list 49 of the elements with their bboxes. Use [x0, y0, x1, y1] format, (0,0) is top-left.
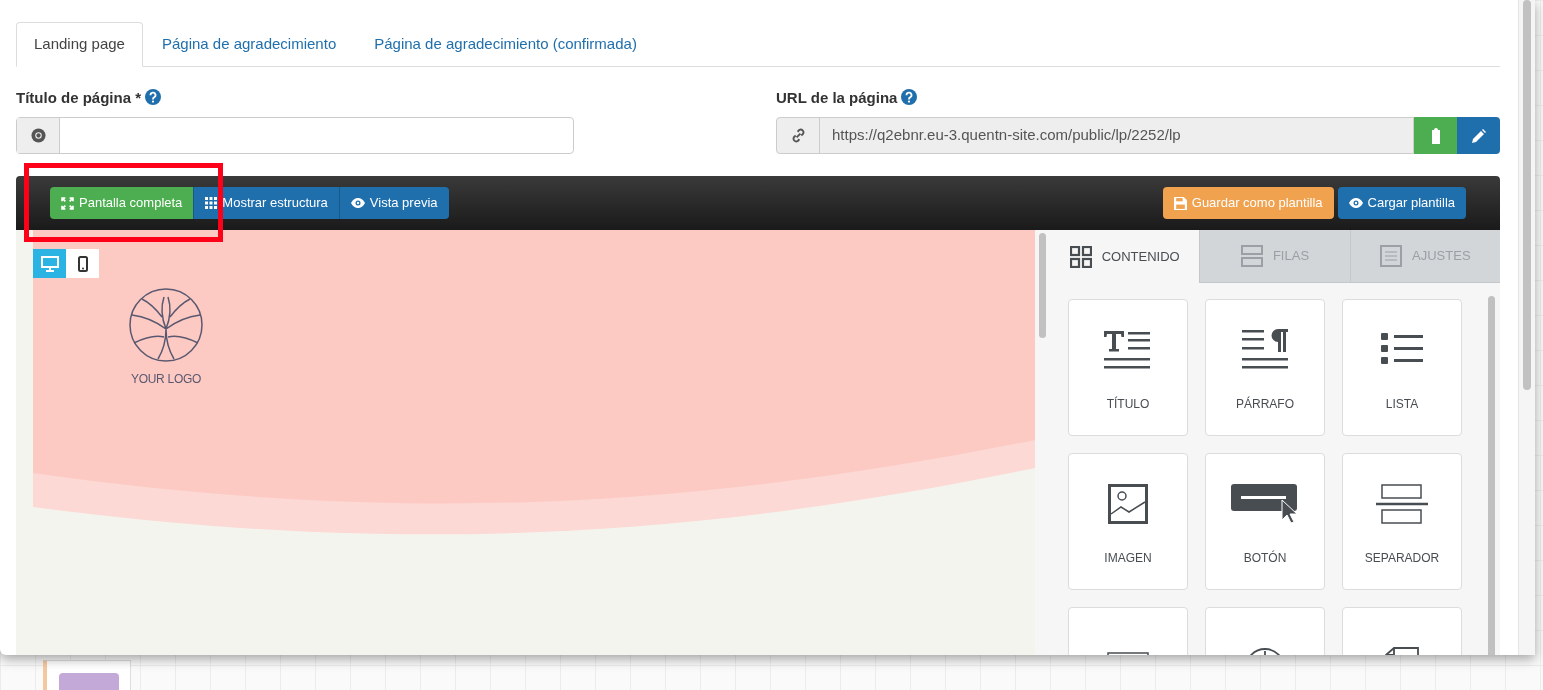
block-tile[interactable]: BOTÓN — [1205, 453, 1325, 590]
tree-logo-icon — [128, 287, 204, 363]
block-label: BOTÓN — [1243, 549, 1287, 567]
expand-icon — [61, 196, 74, 210]
block-label: TÍTULO — [1106, 395, 1150, 413]
help-icon[interactable] — [901, 89, 918, 106]
eye-icon — [350, 198, 365, 209]
logo-text: YOUR LOGO — [131, 371, 201, 388]
field-label: URL de la página — [776, 87, 1500, 108]
link-icon — [790, 128, 806, 144]
floppy-icon — [1173, 196, 1187, 210]
tab[interactable]: Página de agradecimiento — [142, 22, 356, 67]
block-tile[interactable]: LISTA — [1342, 299, 1462, 436]
block-label: IMAGEN — [1104, 550, 1152, 567]
url-value: https://q2ebnr.eu-3.quentn-site.com/public/lp/2252/lp — [831, 125, 1182, 146]
help-icon[interactable] — [145, 89, 161, 106]
grid-icon — [205, 197, 218, 210]
text-heading-icon — [1104, 328, 1152, 371]
edit-button[interactable] — [1457, 117, 1500, 155]
copy-button[interactable] — [1414, 117, 1457, 155]
block-tile[interactable]: SEPARADOR — [1342, 453, 1462, 590]
monitor-icon — [40, 255, 59, 272]
block-tile[interactable]: PÁRRAFO — [1205, 299, 1325, 436]
pencil-icon — [1471, 128, 1486, 143]
block-tile[interactable]: TÍTULO — [1068, 299, 1188, 436]
button-cursor-icon — [1231, 483, 1299, 524]
eye-icon — [1348, 198, 1363, 209]
logo-badge — [59, 673, 119, 690]
tab[interactable]: Página de agradecimiento (confirmada) — [355, 22, 656, 67]
list-icon — [1381, 332, 1423, 367]
field-label: Título de página * — [16, 87, 574, 108]
document-lines-icon — [1380, 245, 1403, 267]
url-input[interactable]: https://q2ebnr.eu-3.quentn-site.com/public/lp/2252/lp — [776, 117, 1414, 155]
toolbar-button[interactable]: Vista previa — [338, 187, 449, 220]
title-input[interactable] — [16, 117, 574, 155]
paragraph-icon — [1242, 328, 1288, 371]
tab[interactable]: Landing page — [16, 22, 143, 68]
divider-icon — [1376, 483, 1428, 524]
block-label: LISTA — [1385, 396, 1419, 413]
image-icon — [1108, 483, 1148, 524]
rows-icon — [1240, 245, 1263, 267]
grid-icon — [1069, 245, 1092, 268]
phone-icon — [77, 255, 88, 272]
mobile-view-button[interactable] — [66, 249, 99, 278]
block-tile[interactable]: IMAGEN — [1068, 453, 1188, 590]
block-label: PÁRRAFO — [1236, 395, 1294, 413]
toolbar-button[interactable]: Mostrar estructura — [193, 187, 339, 220]
block-label: SEPARADOR — [1364, 550, 1440, 567]
toolbar-button[interactable]: Cargar plantilla — [1337, 187, 1466, 220]
